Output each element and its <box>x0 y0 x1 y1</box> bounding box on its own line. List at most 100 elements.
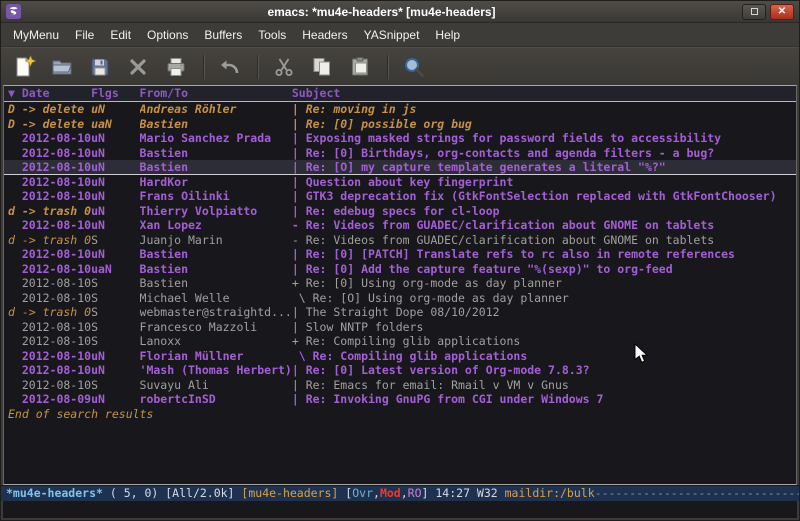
menu-item-tools[interactable]: Tools <box>250 25 294 45</box>
message-row[interactable]: 2012-08-10 S Michael Welle \ Re: [O] Usi… <box>4 291 796 306</box>
message-row[interactable]: 2012-08-10 uN Mario Sanchez Prada | Expo… <box>4 131 796 146</box>
message-flags: uN <box>91 247 139 262</box>
message-list: D -> delete uN Andreas Röhler | Re: movi… <box>4 102 796 407</box>
message-row[interactable]: 2012-08-10 uN Xan Lopez - Re: Videos fro… <box>4 218 796 233</box>
buffer-area: ▼ Date Flgs From/To Subject D -> delete … <box>3 85 797 485</box>
message-from: Bastien <box>140 117 292 132</box>
message-subject: + Re: [0] Using org-mode as day planner <box>292 276 796 291</box>
menubar: MyMenu File Edit Options Buffers Tools H… <box>1 23 799 47</box>
message-flags: S <box>91 320 139 335</box>
message-date: d -> trash 0 <box>8 305 91 320</box>
modeline-clock: 14:27 W32 <box>435 486 504 501</box>
message-subject: | Re: [0] Birthdays, org-contacts and ag… <box>292 146 796 161</box>
message-subject: | Question about key fingerprint <box>292 175 796 190</box>
message-from: 'Mash (Thomas Herbert) <box>140 363 292 378</box>
message-flags: uN <box>91 131 139 146</box>
message-row[interactable]: 2012-08-10 uN Bastien | Re: [0] [PATCH] … <box>4 247 796 262</box>
message-date: 2012-08-10 <box>8 276 91 291</box>
message-subject: | Re: [0] Add the capture feature "%(sex… <box>292 262 796 277</box>
message-flags: uN <box>91 189 139 204</box>
message-date: 2012-08-10 <box>8 175 91 190</box>
modeline-bracket: [ <box>338 486 352 501</box>
modeline-flag-ro: RO <box>408 486 422 501</box>
message-flags: S <box>91 233 139 248</box>
minibuffer-echo-area[interactable] <box>3 501 797 518</box>
column-header-subject: Subject <box>292 86 796 101</box>
message-row[interactable]: 2012-08-10 S Suvayu Ali | Re: Emacs for … <box>4 378 796 393</box>
print-button[interactable] <box>161 52 191 82</box>
message-date: 2012-08-10 <box>8 189 91 204</box>
message-from: Bastien <box>140 276 292 291</box>
modeline-flag-mod: Mod <box>380 486 401 501</box>
message-row[interactable]: 2012-08-10 uN Bastien | Re: [0] Birthday… <box>4 146 796 161</box>
message-row[interactable]: d -> trash 0 S Juanjo Marin - Re: Videos… <box>4 233 796 248</box>
paste-icon <box>348 55 372 79</box>
message-subject: | Re: [0] possible org bug <box>292 117 796 132</box>
menu-item-buffers[interactable]: Buffers <box>196 25 250 45</box>
message-flags: uaN <box>91 117 139 132</box>
message-from: webmaster@straightd... <box>140 305 292 320</box>
message-row[interactable]: 2012-08-10 uN HardKor | Question about k… <box>4 175 796 190</box>
message-row[interactable]: 2012-08-10 uaN Bastien | Re: [0] Add the… <box>4 262 796 277</box>
message-from: Bastien <box>140 160 292 174</box>
menu-item-edit[interactable]: Edit <box>102 25 139 45</box>
open-file-button[interactable] <box>47 52 77 82</box>
message-subject: | Re: [0] [PATCH] Translate refs to rc a… <box>292 247 796 262</box>
message-row[interactable]: D -> delete uaN Bastien | Re: [0] possib… <box>4 117 796 132</box>
toolbar-separator <box>387 55 389 79</box>
message-row[interactable]: 2012-08-10 S Francesco Mazzoli | Slow NN… <box>4 320 796 335</box>
column-header-from: From/To <box>140 86 292 101</box>
maximize-button[interactable] <box>742 4 766 20</box>
toolbar-separator <box>203 55 205 79</box>
message-subject: | Slow NNTP folders <box>292 320 796 335</box>
message-from: Thierry Volpiatto <box>140 204 292 219</box>
open-file-icon <box>50 55 74 79</box>
headers-header-line: ▼ Date Flgs From/To Subject <box>4 86 796 102</box>
message-from: Florian Müllner <box>140 349 292 364</box>
undo-button[interactable] <box>215 52 245 82</box>
message-date: 2012-08-10 <box>8 247 91 262</box>
modeline-major-mode: [mu4e-headers] <box>241 486 338 501</box>
message-row[interactable]: D -> delete uN Andreas Röhler | Re: movi… <box>4 102 796 117</box>
message-from: Juanjo Marin <box>140 233 292 248</box>
message-row[interactable]: 2012-08-10 uN 'Mash (Thomas Herbert) | R… <box>4 363 796 378</box>
modeline-maildir: maildir:/bulk <box>505 486 595 501</box>
menu-item-help[interactable]: Help <box>427 25 468 45</box>
modeline-position: ( 5, 0) [All/2.0k] <box>103 486 241 501</box>
message-flags: uN <box>91 175 139 190</box>
menu-item-headers[interactable]: Headers <box>294 25 355 45</box>
menu-item-yasnippet[interactable]: YASnippet <box>356 25 428 45</box>
message-row[interactable]: d -> trash 0 uN Thierry Volpiatto | Re: … <box>4 204 796 219</box>
save-button[interactable] <box>85 52 115 82</box>
message-flags: uN <box>91 218 139 233</box>
message-row[interactable]: d -> trash 0 S webmaster@straightd... | … <box>4 305 796 320</box>
message-flags: uN <box>91 146 139 161</box>
maximize-icon <box>751 8 758 15</box>
message-row[interactable]: 2012-08-09 uN robertcInSD | Re: Invoking… <box>4 392 796 407</box>
close-button[interactable]: ✕ <box>770 4 794 20</box>
message-date: 2012-08-10 <box>8 363 91 378</box>
kill-buffer-button[interactable] <box>123 52 153 82</box>
message-row[interactable]: 2012-08-10 S Lanoxx + Re: Compiling glib… <box>4 334 796 349</box>
message-subject: \ Re: Compiling glib applications <box>292 349 796 364</box>
message-row[interactable]: 2012-08-10 uN Florian Müllner \ Re: Comp… <box>4 349 796 364</box>
message-date: 2012-08-10 <box>8 320 91 335</box>
save-icon <box>88 55 112 79</box>
titlebar: emacs: *mu4e-headers* [mu4e-headers] ✕ <box>1 1 799 23</box>
message-row[interactable]: 2012-08-10 S Bastien + Re: [0] Using org… <box>4 276 796 291</box>
message-subject: | Re: [O] my capture template generates … <box>292 160 796 174</box>
message-row[interactable]: 2012-08-10 uN Frans Oilinki | GTK3 depre… <box>4 189 796 204</box>
menu-item-file[interactable]: File <box>67 25 102 45</box>
search-button[interactable] <box>399 52 429 82</box>
paste-button[interactable] <box>345 52 375 82</box>
message-from: robertcInSD <box>140 392 292 407</box>
print-icon <box>164 55 188 79</box>
menu-item-options[interactable]: Options <box>139 25 196 45</box>
copy-button[interactable] <box>307 52 337 82</box>
window-title: emacs: *mu4e-headers* [mu4e-headers] <box>21 5 742 19</box>
message-date: 2012-08-10 <box>8 160 91 174</box>
message-row[interactable]: 2012-08-10 uN Bastien | Re: [O] my captu… <box>4 160 796 175</box>
cut-button[interactable] <box>269 52 299 82</box>
new-file-button[interactable] <box>9 52 39 82</box>
menu-item-mymenu[interactable]: MyMenu <box>5 25 67 45</box>
